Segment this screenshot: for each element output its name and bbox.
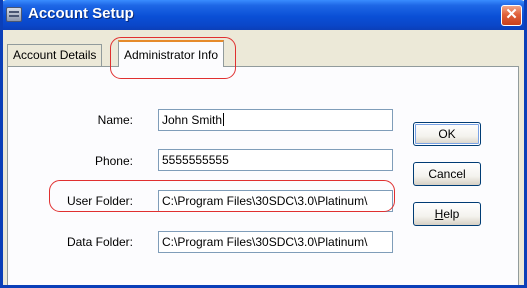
data-folder-value: C:\Program Files\30SDC\3.0\Platinum\	[162, 235, 368, 249]
cancel-button[interactable]: Cancel	[413, 162, 481, 186]
text-caret	[223, 113, 225, 126]
name-field[interactable]: John Smith	[158, 109, 393, 131]
name-label: Name:	[97, 113, 133, 127]
phone-value: 5555555555	[162, 153, 229, 167]
help-label: elp	[443, 207, 460, 221]
phone-field[interactable]: 5555555555	[158, 149, 393, 171]
window-title: Account Setup	[28, 5, 134, 22]
data-folder-label: Data Folder:	[66, 235, 133, 249]
user-folder-label: User Folder:	[66, 194, 133, 208]
account-setup-dialog: Account Setup ✕ Account Details Name: Jo…	[0, 0, 527, 288]
user-folder-field[interactable]: C:\Program Files\30SDC\3.0\Platinum\	[158, 190, 393, 212]
app-icon	[6, 7, 22, 22]
tab-administrator-info[interactable]: Administrator Info	[118, 40, 225, 67]
data-folder-field[interactable]: C:\Program Files\30SDC\3.0\Platinum\	[158, 231, 393, 253]
help-button[interactable]: Help	[413, 202, 481, 226]
name-value: John Smith	[162, 113, 223, 127]
close-button[interactable]: ✕	[501, 5, 522, 26]
tab-account-details[interactable]: Account Details	[7, 44, 103, 66]
phone-label: Phone:	[94, 154, 133, 168]
title-bar[interactable]: Account Setup ✕	[3, 0, 524, 30]
tab-administrator-info-label: Administrator Info	[124, 48, 219, 62]
administrator-info-panel: Name: John Smith Phone: 5555555555 User …	[7, 66, 519, 285]
user-folder-value: C:\Program Files\30SDC\3.0\Platinum\	[162, 194, 368, 208]
ok-button[interactable]: OK	[413, 122, 481, 146]
tab-account-details-label: Account Details	[13, 48, 97, 62]
